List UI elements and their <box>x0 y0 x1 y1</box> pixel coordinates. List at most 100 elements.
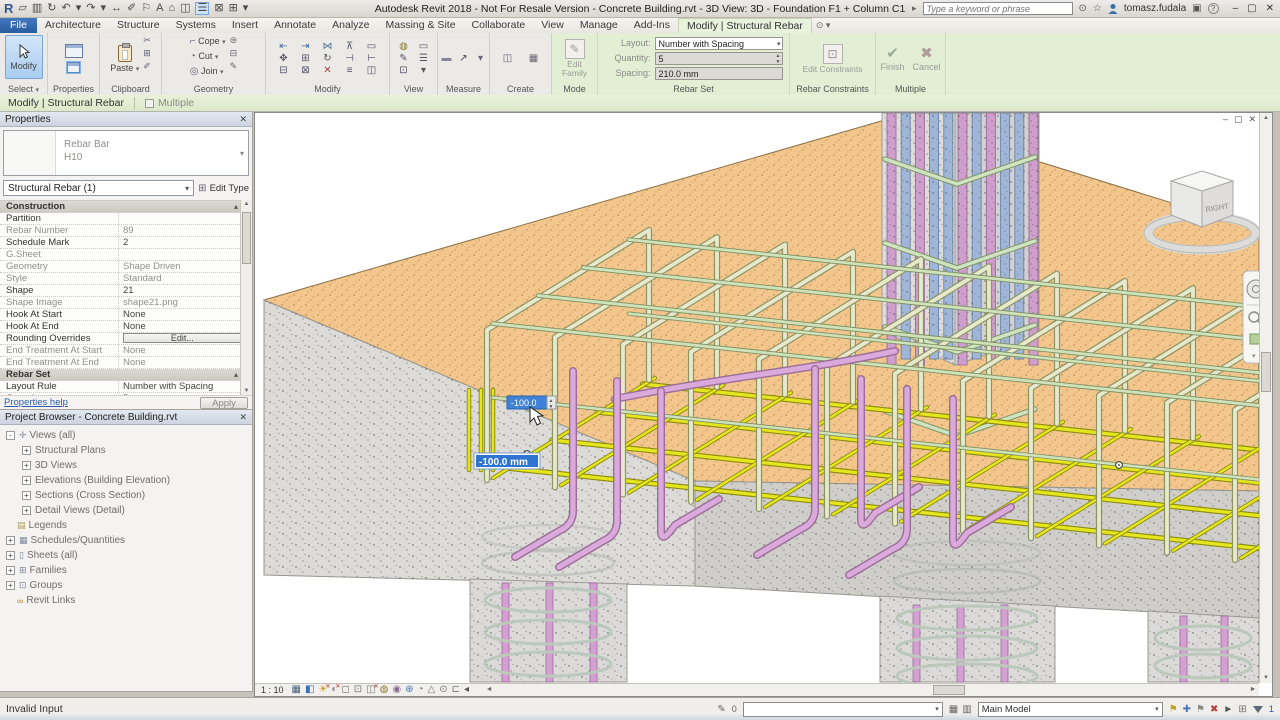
editing-requests-icon[interactable]: ✚ <box>1183 704 1191 715</box>
spacing-field[interactable]: 210.0 mm <box>655 67 783 80</box>
cancel-button[interactable]: ✖Cancel <box>913 46 941 72</box>
tab-collaborate[interactable]: Collaborate <box>464 18 534 33</box>
browser-item-detail-views-detail-[interactable]: +Detail Views (Detail) <box>0 503 252 518</box>
property-row[interactable]: Shape21 <box>0 285 252 297</box>
properties-close-icon[interactable]: ✕ <box>239 114 247 125</box>
array-icon[interactable]: ⊟ <box>275 65 293 76</box>
filter-icon[interactable] <box>1253 706 1263 713</box>
browser-item-schedules-quantities[interactable]: +▦Schedules/Quantities <box>0 533 252 548</box>
user-interface-icon[interactable] <box>67 62 80 73</box>
tab-systems[interactable]: Systems <box>168 18 224 33</box>
thin-lines-icon[interactable]: ☰ <box>195 2 209 15</box>
analytical-model-icon[interactable]: △ <box>428 685 436 695</box>
layout-dropdown[interactable]: Number with Spacing▾ <box>655 37 783 50</box>
align-icon[interactable]: ⇤ <box>275 41 293 52</box>
design-options-icon[interactable]: ▥ <box>962 704 971 715</box>
browser-item-structural-plans[interactable]: +Structural Plans <box>0 443 252 458</box>
redo-dropdown-icon[interactable]: ▾ <box>100 3 106 14</box>
sync-icon[interactable]: ↻ <box>47 3 56 14</box>
expand-viewbar-icon[interactable]: ◂ <box>464 685 469 695</box>
undo-dropdown-icon[interactable]: ▾ <box>76 3 82 14</box>
worksharing-display-icon[interactable]: ⊕ <box>405 685 413 695</box>
customize-qat-icon[interactable]: ▾ <box>243 3 249 14</box>
edit-family-label[interactable]: Edit Family <box>554 60 595 78</box>
browser-item-sheets-all-[interactable]: +▯Sheets (all) <box>0 548 252 563</box>
delete-icon[interactable]: ✕ <box>319 65 337 76</box>
property-group-row[interactable]: Rebar Set▴ <box>0 369 252 381</box>
crop-view-icon[interactable]: ◻ <box>341 685 349 695</box>
active-workset-dropdown[interactable]: ▾ <box>743 702 943 717</box>
ruler-icon[interactable]: ▬ <box>440 53 453 64</box>
reveal-constraints-icon[interactable]: ⊏ <box>452 685 460 695</box>
sun-path-icon[interactable]: ☀✕ <box>318 685 327 695</box>
shadows-icon[interactable]: ◐✕ <box>331 685 337 695</box>
properties-header[interactable]: Properties✕ <box>0 112 252 127</box>
switch-windows-icon[interactable]: ⊞ <box>229 3 238 14</box>
linework-icon[interactable]: ☰ <box>416 53 432 64</box>
project-browser-close-icon[interactable]: ✕ <box>239 412 247 423</box>
help-icon[interactable]: ? <box>1208 3 1219 14</box>
type-selector-dropdown-icon[interactable]: ▾ <box>240 149 248 158</box>
browser-item-sections-cross-section-[interactable]: +Sections (Cross Section) <box>0 488 252 503</box>
match-type-icon[interactable]: ✐ <box>143 61 151 72</box>
paste-label[interactable]: Paste ▾ <box>110 63 139 73</box>
more-icon[interactable]: ▾ <box>416 65 432 76</box>
navigation-bar[interactable]: ▾ <box>1243 271 1259 363</box>
redo-icon[interactable]: ↷ <box>86 3 95 14</box>
tree-expander-icon[interactable]: + <box>22 476 31 485</box>
view-minimize-icon[interactable]: – <box>1223 114 1228 125</box>
tab-manage[interactable]: Manage <box>572 18 626 33</box>
search-icon[interactable]: ⊙ <box>1079 3 1087 14</box>
mirror-icon[interactable]: ⋈ <box>319 41 337 52</box>
browser-item-families[interactable]: +⊞Families <box>0 563 252 578</box>
copy-element-icon[interactable]: ⊞ <box>297 53 315 64</box>
cut-icon[interactable]: ✂ <box>143 35 151 46</box>
create-similar-icon[interactable]: ◫ <box>497 53 519 64</box>
offset-icon[interactable]: ⇥ <box>297 41 315 52</box>
tab-annotate[interactable]: Annotate <box>266 18 324 33</box>
browser-item-views-all-[interactable]: -✛Views (all) <box>0 428 252 443</box>
properties-scrollbar[interactable]: ▲ ▼ <box>240 200 252 395</box>
temporary-view-properties-icon[interactable]: ◔ <box>417 685 423 695</box>
measure-icon[interactable]: ↗ <box>457 53 470 64</box>
tab-massing-site[interactable]: Massing & Site <box>378 18 464 33</box>
property-row[interactable]: Rebar Number89 <box>0 225 252 237</box>
3d-view-scene[interactable]: -100.0▲▼-100.0 mmRIGHT▾ <box>255 113 1259 683</box>
select-toggle-icon[interactable]: ► <box>1223 704 1233 715</box>
move-icon[interactable]: ✥ <box>275 53 293 64</box>
tree-expander-icon[interactable]: + <box>22 461 31 470</box>
trim-icon[interactable]: ⊣ <box>341 53 359 64</box>
reveal-hidden-elements-icon[interactable]: ◉ <box>392 685 401 695</box>
tab-architecture[interactable]: Architecture <box>37 18 109 33</box>
unpin-icon[interactable]: ⊠ <box>297 65 315 76</box>
property-row[interactable]: Shape Imageshape21.png <box>0 297 252 309</box>
edit-family-icon[interactable]: ✎ <box>565 39 585 59</box>
edit-constraints-icon[interactable]: ⊡ <box>823 44 843 64</box>
undo-icon[interactable]: ↶ <box>61 3 70 14</box>
finish-button[interactable]: ✔Finish <box>880 46 904 72</box>
apply-button[interactable]: Apply <box>200 397 248 409</box>
join-button[interactable]: ◎ Join ▾ <box>190 65 224 79</box>
crop-region-icon[interactable]: ⊡ <box>354 685 362 695</box>
browser-item-3d-views[interactable]: +3D Views <box>0 458 252 473</box>
view-close-icon[interactable]: ✕ <box>1248 114 1256 125</box>
favorites-icon[interactable]: ☆ <box>1093 3 1102 14</box>
vertical-scrollbar[interactable]: ▲ ▼ <box>1259 113 1272 683</box>
view-scale[interactable]: 1 : 10 <box>261 685 284 695</box>
minimize-button[interactable]: – <box>1233 3 1239 14</box>
tab-view[interactable]: View <box>533 18 572 33</box>
measure-dropdown-icon[interactable]: ▾ <box>474 53 487 64</box>
worksets-dialog-icon[interactable]: ▦ <box>949 704 958 715</box>
edit-button[interactable]: Edit... <box>123 333 242 343</box>
cut-geometry-button[interactable]: ◔ Cut ▾ <box>190 50 219 64</box>
restore-button[interactable]: ▢ <box>1247 3 1256 14</box>
quantity-stepper[interactable]: 5▲▼ <box>655 52 783 65</box>
ribbon-state-toggle-icon[interactable]: ⊙ ▾ <box>812 18 835 33</box>
section-icon[interactable]: ◫ <box>180 3 190 14</box>
modify-tool-icon[interactable]: ✐ <box>127 3 136 14</box>
match-icon[interactable]: ≡ <box>341 65 359 76</box>
aligned-dimension-icon[interactable]: ↔ <box>111 3 122 14</box>
property-row[interactable]: Layout RuleNumber with Spacing <box>0 381 252 393</box>
pin-icon[interactable]: ⊼ <box>341 41 359 52</box>
rotate-icon[interactable]: ↻ <box>319 53 337 64</box>
